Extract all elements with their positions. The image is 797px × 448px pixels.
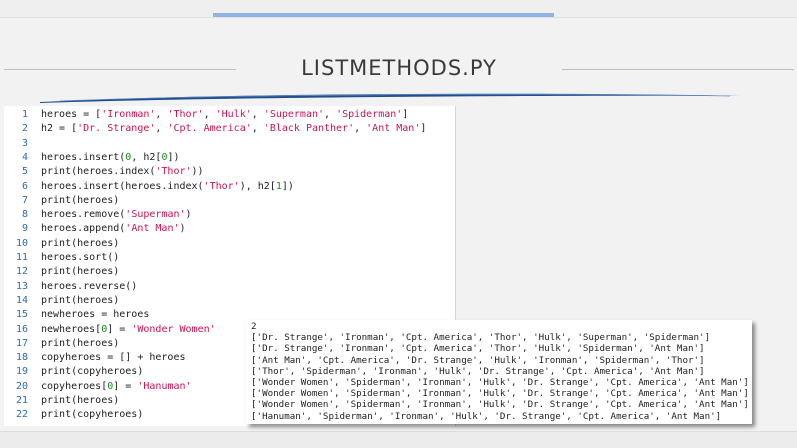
line-number: 15 <box>15 309 28 321</box>
code-text: print(heroes) <box>41 337 120 349</box>
code-line: 3 <box>4 137 455 150</box>
line-number: 16 <box>15 323 28 335</box>
code-line: 14 print(heroes) <box>4 294 455 307</box>
line-number: 11 <box>15 252 28 263</box>
code-line: 5 print(heroes.index('Thor')) <box>4 165 455 178</box>
line-number: 5 <box>21 166 28 178</box>
slide-title: LISTMETHODS.PY <box>301 56 497 80</box>
line-number: 3 <box>21 137 28 149</box>
line-number: 21 <box>15 395 28 406</box>
code-line: 2 h2 = ['Dr. Strange', 'Cpt. America', 'B… <box>4 122 455 135</box>
line-number: 6 <box>21 180 28 192</box>
line-number: 8 <box>21 209 28 221</box>
code-line: 13 heroes.reverse() <box>4 280 455 293</box>
output-line: ['Wonder Women', 'Spiderman', 'Ironman',… <box>251 399 749 411</box>
code-line: 11 heroes.sort() <box>4 251 455 264</box>
code-text: newheroes = heroes <box>41 309 150 321</box>
title-swoosh <box>40 93 740 103</box>
line-number: 17 <box>15 337 28 349</box>
line-number: 19 <box>15 366 28 378</box>
line-number: 4 <box>21 151 28 163</box>
output-line: ['Ant Man', 'Cpt. America', 'Dr. Strange… <box>251 354 705 366</box>
output-line: ['Wonder Women', 'Spiderman', 'Ironman',… <box>251 377 749 388</box>
code-text: print(copyheroes) <box>41 366 144 378</box>
code-text: print(heroes) <box>41 266 120 278</box>
code-text: newheroes[0] = 'Wonder Women' <box>41 323 216 335</box>
accent-bar <box>213 13 554 17</box>
code-line: 12 print(heroes) <box>4 265 455 278</box>
bottom-band <box>0 431 797 448</box>
line-number: 2 <box>21 123 28 135</box>
code-text: heroes.insert(0, h2[0]) <box>41 151 180 163</box>
line-number: 9 <box>21 223 28 235</box>
console-output: 2 ['Dr. Strange', 'Ironman', 'Cpt. Americ… <box>246 320 752 424</box>
code-text: print(heroes) <box>41 237 120 249</box>
code-line: 1 heroes = ['Ironman', 'Thor', 'Hulk', 'S… <box>4 108 455 121</box>
title-rule-left <box>4 69 236 70</box>
line-number: 18 <box>15 352 28 364</box>
code-text: heroes.reverse() <box>41 280 138 292</box>
code-text: print(heroes) <box>41 395 120 406</box>
code-text: copyheroes = [] + heroes <box>41 352 186 364</box>
code-text: heroes.insert(heroes.index('Thor'), h2[1… <box>41 180 294 192</box>
code-text: print(heroes) <box>41 294 120 306</box>
line-number: 1 <box>21 109 28 120</box>
output-line: 2 <box>251 321 257 332</box>
line-number: 20 <box>15 380 28 392</box>
line-number: 22 <box>15 409 28 421</box>
line-number: 13 <box>15 280 28 292</box>
code-text: heroes.sort() <box>41 252 120 263</box>
line-number: 12 <box>15 266 28 278</box>
code-line: 7 print(heroes) <box>4 194 455 207</box>
code-text: copyheroes[0] = 'Hanuman' <box>41 380 192 392</box>
output-line: ['Wonder Women', 'Spiderman', 'Ironman',… <box>251 388 749 400</box>
code-text: print(heroes) <box>41 194 120 206</box>
line-number: 14 <box>15 294 28 306</box>
code-text: h2 = ['Dr. Strange', 'Cpt. America', 'Bl… <box>41 123 427 135</box>
code-text: heroes = ['Ironman', 'Thor', 'Hulk', 'Su… <box>41 109 409 120</box>
code-line: 4 heroes.insert(0, h2[0]) <box>4 151 455 164</box>
code-line: 8 heroes.remove('Superman') <box>4 208 455 221</box>
output-line: ['Dr. Strange', 'Ironman', 'Cpt. America… <box>251 343 705 355</box>
code-line: 9 heroes.append('Ant Man') <box>4 222 455 235</box>
line-number: 10 <box>15 237 28 249</box>
code-text: print(copyheroes) <box>41 409 144 421</box>
code-text: print(heroes.index('Thor')) <box>41 166 204 178</box>
line-number: 7 <box>21 194 28 206</box>
code-text: heroes.remove('Superman') <box>41 209 192 221</box>
code-text: heroes.append('Ant Man') <box>41 223 186 235</box>
code-line: 10 print(heroes) <box>4 237 455 250</box>
title-rule-right <box>562 69 794 70</box>
code-line: 6 heroes.insert(heroes.index('Thor'), h2[… <box>4 180 455 193</box>
output-line: ['Hanuman', 'Spiderman', 'Ironman', 'Hul… <box>251 410 722 422</box>
output-line: ['Dr. Strange', 'Ironman', 'Cpt. America… <box>251 332 711 344</box>
output-line: ['Thor', 'Spiderman', 'Ironman', 'Hulk',… <box>251 365 705 377</box>
